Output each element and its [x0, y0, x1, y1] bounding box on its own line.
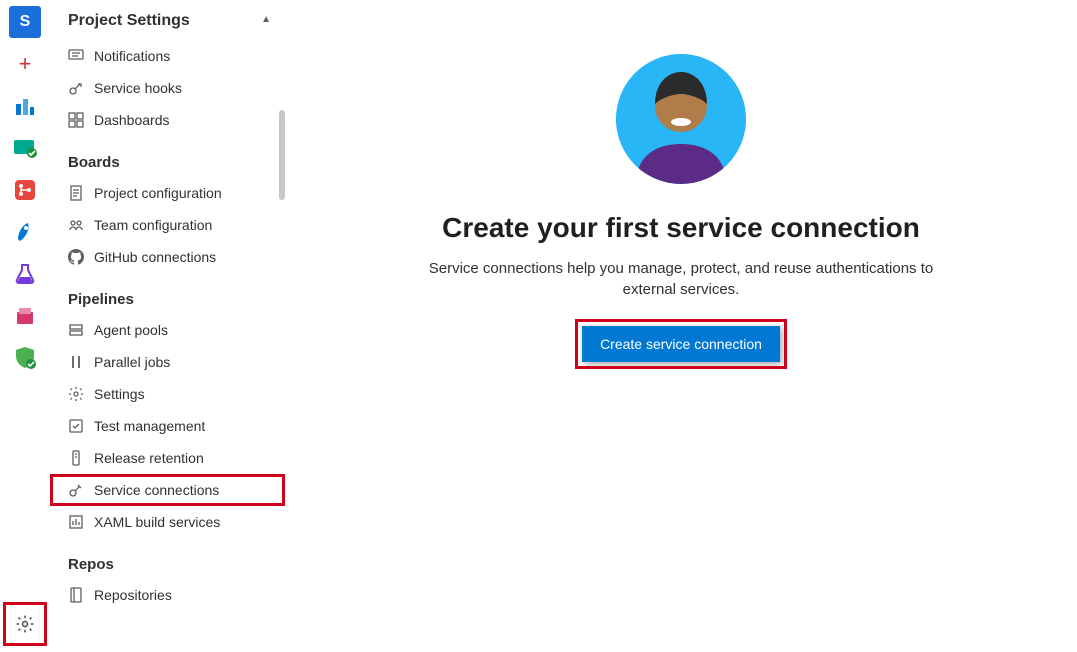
build-icon: [68, 514, 84, 530]
sidebar-item-label: GitHub connections: [94, 249, 216, 265]
chat-icon: [68, 48, 84, 64]
sidebar-item-label: Team configuration: [94, 217, 212, 233]
create-service-connection-button[interactable]: Create service connection: [582, 326, 780, 362]
sidebar-item-label: Project configuration: [94, 185, 222, 201]
rail-settings-gear-icon[interactable]: [3, 602, 47, 646]
rail-project-icon[interactable]: S: [9, 6, 41, 38]
section-header-repos: Repos: [50, 538, 285, 579]
sidebar-item-label: Service hooks: [94, 80, 182, 96]
main-content: Create your first service connection Ser…: [285, 0, 1077, 652]
sidebar-item-pipeline-settings[interactable]: Settings: [50, 378, 285, 410]
rail-flask-icon[interactable]: [9, 258, 41, 290]
sidebar-item-service-connections[interactable]: Service connections: [50, 474, 285, 506]
sidebar-item-label: Dashboards: [94, 112, 170, 128]
sidebar-item-label: Service connections: [94, 482, 219, 498]
sidebar-title-row: Project Settings ▲: [50, 0, 285, 40]
sidebar-item-label: XAML build services: [94, 514, 220, 530]
rail-add-icon[interactable]: +: [9, 48, 41, 80]
sidebar-item-notifications[interactable]: Notifications: [50, 40, 285, 72]
gear-icon: [68, 386, 84, 402]
sidebar-item-xaml-build-services[interactable]: XAML build services: [50, 506, 285, 538]
main-heading: Create your first service connection: [442, 212, 920, 244]
sidebar-item-agent-pools[interactable]: Agent pools: [50, 314, 285, 346]
sidebar-item-service-hooks[interactable]: Service hooks: [50, 72, 285, 104]
sidebar-item-parallel-jobs[interactable]: Parallel jobs: [50, 346, 285, 378]
sidebar-item-github-connections[interactable]: GitHub connections: [50, 241, 285, 273]
rail-card-icon[interactable]: [9, 132, 41, 164]
repo-icon: [68, 587, 84, 603]
rail-dashboard-icon[interactable]: [9, 90, 41, 122]
sidebar-item-test-management[interactable]: Test management: [50, 410, 285, 442]
main-subtext: Service connections help you manage, pro…: [421, 258, 941, 300]
sidebar-item-dashboards[interactable]: Dashboards: [50, 104, 285, 136]
sidebar-title: Project Settings: [68, 12, 190, 30]
team-icon: [68, 217, 84, 233]
grid-icon: [68, 112, 84, 128]
rail-rocket-icon[interactable]: [9, 216, 41, 248]
retention-icon: [68, 450, 84, 466]
avatar-illustration: [616, 54, 746, 184]
sidebar-item-release-retention[interactable]: Release retention: [50, 442, 285, 474]
cta-highlight-box: Create service connection: [578, 322, 784, 366]
github-icon: [68, 249, 84, 265]
sidebar-item-label: Release retention: [94, 450, 204, 466]
rail-git-icon[interactable]: [9, 174, 41, 206]
plug-icon: [68, 482, 84, 498]
hook-icon: [68, 80, 84, 96]
sidebar-item-project-configuration[interactable]: Project configuration: [50, 177, 285, 209]
scrollbar-thumb[interactable]: [279, 110, 285, 200]
icon-rail: S +: [0, 0, 50, 652]
section-header-boards: Boards: [50, 136, 285, 177]
rail-shield-icon[interactable]: [9, 342, 41, 374]
doc-icon: [68, 185, 84, 201]
sidebar-item-team-configuration[interactable]: Team configuration: [50, 209, 285, 241]
sidebar-item-repositories[interactable]: Repositories: [50, 579, 285, 611]
sidebar: Project Settings ▲ Notifications Service…: [50, 0, 285, 652]
caret-up-icon[interactable]: ▲: [261, 14, 271, 25]
pool-icon: [68, 322, 84, 338]
sidebar-item-label: Agent pools: [94, 322, 168, 338]
sidebar-item-label: Notifications: [94, 48, 170, 64]
sidebar-item-label: Parallel jobs: [94, 354, 170, 370]
section-header-pipelines: Pipelines: [50, 273, 285, 314]
sidebar-item-label: Settings: [94, 386, 145, 402]
sidebar-item-label: Repositories: [94, 587, 172, 603]
rail-package-icon[interactable]: [9, 300, 41, 332]
test-icon: [68, 418, 84, 434]
parallel-icon: [68, 354, 84, 370]
sidebar-item-label: Test management: [94, 418, 205, 434]
